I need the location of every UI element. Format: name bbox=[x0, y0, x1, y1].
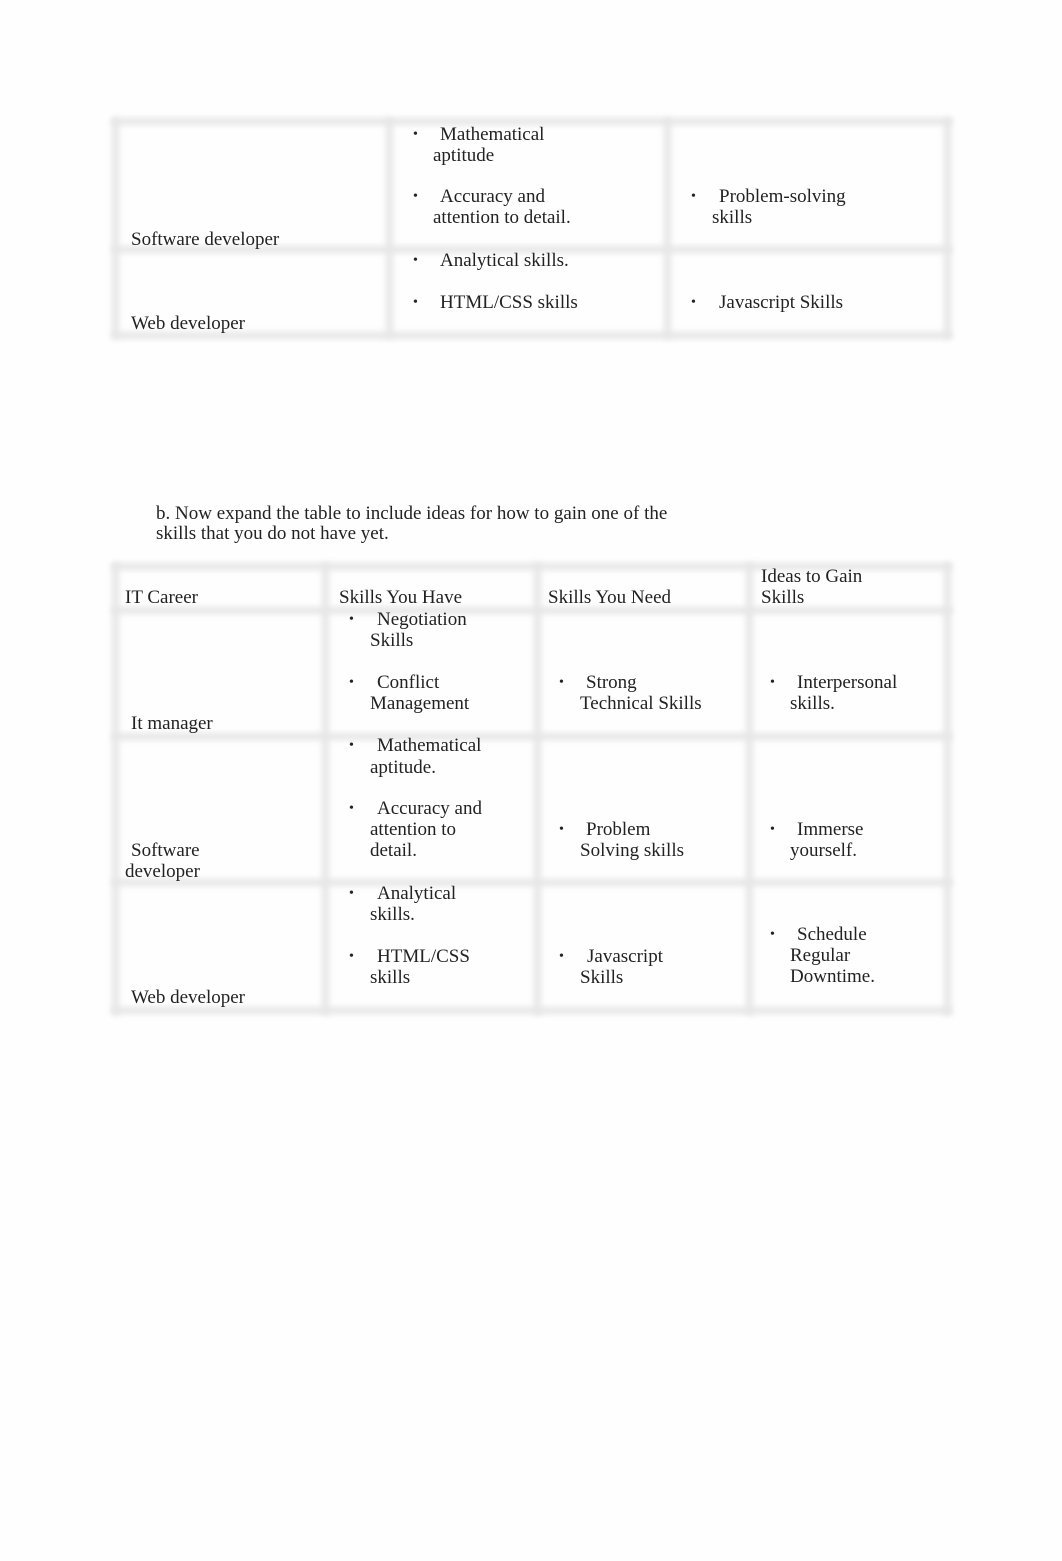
bullet-icon: • bbox=[691, 189, 696, 204]
instruction-line-1: b. Now expand the table to include ideas… bbox=[156, 503, 668, 524]
item-text-cont: yourself. bbox=[790, 840, 858, 861]
header-it-career: IT Career bbox=[125, 587, 198, 608]
table2-career-cell: Software bbox=[131, 840, 200, 861]
item-text-cont: Skills bbox=[370, 630, 414, 651]
bullet-icon: • bbox=[559, 949, 564, 964]
item-text: Immerse bbox=[797, 819, 864, 840]
item-text-cont: Skills bbox=[580, 967, 624, 988]
item-text: Problem-solving bbox=[719, 186, 846, 207]
table2-col-divider-2 bbox=[534, 563, 541, 1015]
instruction-paragraph: b. Now expand the table to include ideas… bbox=[156, 504, 756, 544]
table2-career-cell-cont: developer bbox=[125, 861, 200, 882]
item-text-cont: Technical Skills bbox=[580, 693, 702, 714]
table1-col-divider-2 bbox=[664, 118, 671, 338]
bullet-icon: • bbox=[770, 822, 775, 837]
header-skills-you-have: Skills You Have bbox=[339, 587, 462, 608]
item-text: Negotiation bbox=[377, 609, 467, 630]
table2-col-divider-3 bbox=[746, 563, 753, 1015]
bullet-icon: • bbox=[349, 886, 354, 901]
table2-header-divider bbox=[112, 607, 952, 614]
item-text-cont: skills. bbox=[370, 904, 415, 925]
item-text: Javascript bbox=[587, 946, 663, 967]
item-text-cont: Regular Downtime. bbox=[790, 945, 875, 987]
item-text-cont: skills bbox=[370, 967, 411, 988]
table1-career-cell: Web developer bbox=[131, 313, 245, 334]
item-text: Accuracy and bbox=[440, 186, 545, 207]
document-page: Software developer • Mathematical aptitu… bbox=[0, 0, 1062, 1561]
table2-row-divider-2 bbox=[112, 879, 952, 886]
bullet-icon: • bbox=[691, 295, 696, 310]
item-text-cont: aptitude bbox=[433, 145, 495, 166]
item-text: Mathematical bbox=[377, 735, 482, 756]
item-text: Interpersonal bbox=[797, 672, 898, 693]
table2-border-bottom bbox=[112, 1007, 952, 1014]
item-text: HTML/CSS skills bbox=[440, 292, 578, 313]
header-ideas-to-gain: Ideas to Gain bbox=[761, 566, 863, 587]
bullet-icon: • bbox=[349, 612, 354, 627]
bullet-icon: • bbox=[770, 927, 775, 942]
table2-col-divider-1 bbox=[322, 563, 329, 1015]
item-text: HTML/CSS bbox=[377, 946, 470, 967]
bullet-icon: • bbox=[413, 189, 418, 204]
header-skills-you-need: Skills You Need bbox=[548, 587, 671, 608]
item-text: Schedule bbox=[797, 924, 867, 945]
bullet-icon: • bbox=[413, 253, 418, 268]
item-text: Analytical skills. bbox=[440, 250, 569, 271]
item-text-cont: Management bbox=[370, 693, 470, 714]
bullet-icon: • bbox=[559, 822, 564, 837]
item-text-cont: skills bbox=[712, 207, 753, 228]
bullet-icon: • bbox=[559, 675, 564, 690]
bullet-icon: • bbox=[413, 295, 418, 310]
bullet-icon: • bbox=[770, 675, 775, 690]
table1-border-right bbox=[944, 118, 951, 338]
bullet-icon: • bbox=[413, 127, 418, 142]
table2-border-left bbox=[112, 563, 119, 1015]
item-text: Javascript Skills bbox=[719, 292, 844, 313]
item-text-cont: skills. bbox=[790, 693, 835, 714]
bullet-icon: • bbox=[349, 675, 354, 690]
instruction-line-2: skills that you do not have yet. bbox=[156, 523, 389, 544]
item-text-cont: aptitude. bbox=[370, 757, 436, 778]
item-text: Conflict bbox=[377, 672, 440, 693]
bullet-icon: • bbox=[349, 949, 354, 964]
table1-career-cell: Software developer bbox=[131, 229, 280, 250]
item-text: Analytical bbox=[377, 883, 457, 904]
item-text: Strong bbox=[586, 672, 637, 693]
item-text: Problem bbox=[586, 819, 651, 840]
table2-career-cell: It manager bbox=[131, 713, 213, 734]
item-text-cont: attention to detail. bbox=[433, 207, 571, 228]
bullet-icon: • bbox=[349, 801, 354, 816]
bullet-icon: • bbox=[349, 738, 354, 753]
item-text-cont: attention to detail. bbox=[370, 819, 457, 861]
item-text-cont: Solving skills bbox=[580, 840, 684, 861]
table1-col-divider-1 bbox=[386, 118, 393, 338]
table1-border-left bbox=[112, 118, 119, 338]
table2-row-divider-1 bbox=[112, 733, 952, 740]
table2-career-cell: Web developer bbox=[131, 987, 245, 1008]
item-text: Mathematical bbox=[440, 124, 545, 145]
table2-border-right bbox=[944, 563, 951, 1015]
item-text: Accuracy and bbox=[377, 798, 482, 819]
header-ideas-to-gain-cont: Skills bbox=[761, 587, 805, 608]
